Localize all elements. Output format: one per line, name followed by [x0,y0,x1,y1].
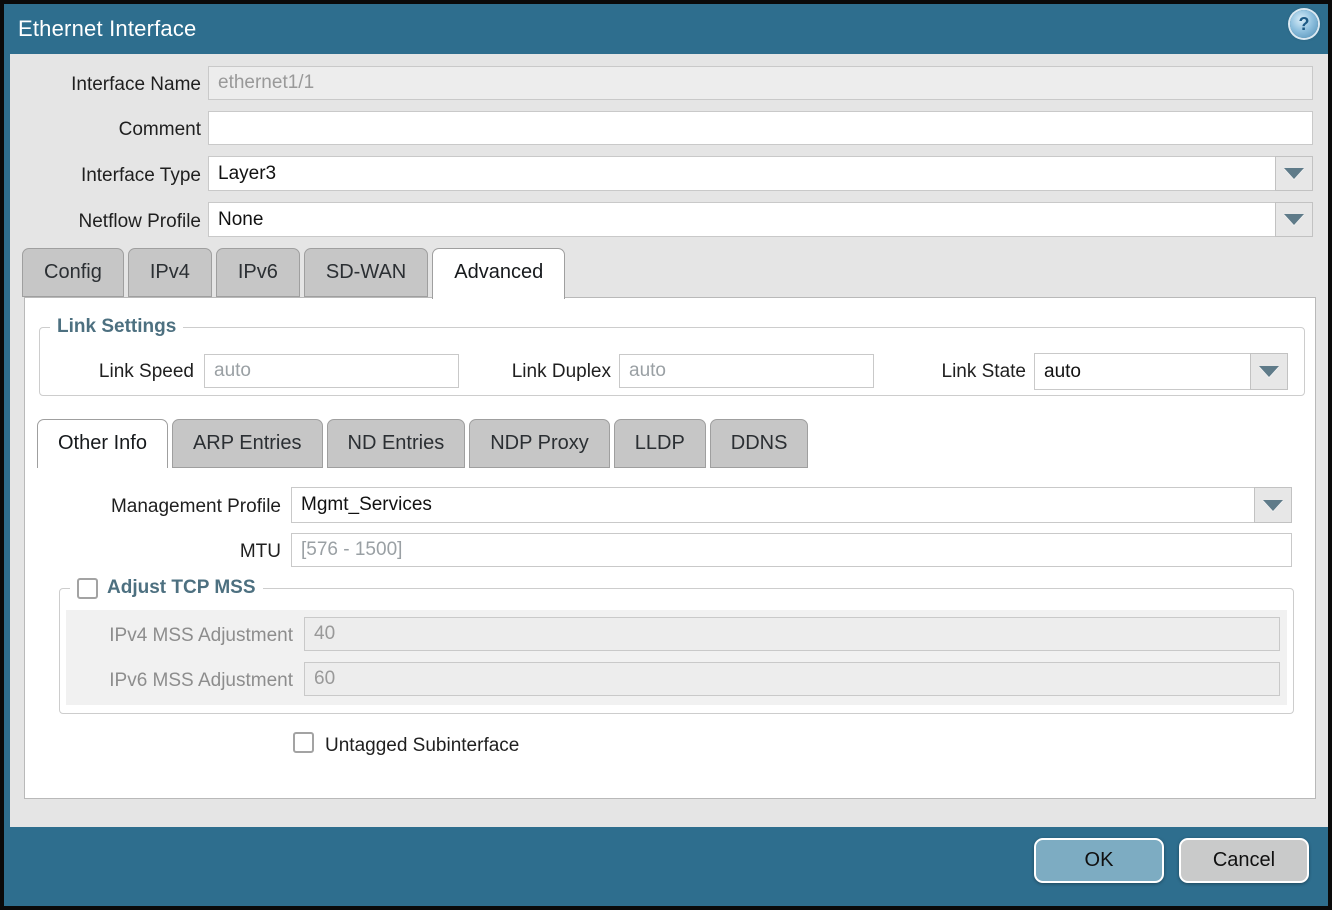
comment-input[interactable] [208,111,1313,145]
management-profile-dropdown-button[interactable] [1254,487,1292,523]
tab-advanced[interactable]: Advanced [432,248,565,299]
chevron-down-icon [1259,366,1279,377]
subtab-arp-entries[interactable]: ARP Entries [172,419,323,468]
link-state-dropdown-button[interactable] [1250,353,1288,390]
adjust-tcp-mss-checkbox[interactable] [77,578,98,599]
tab-sdwan[interactable]: SD-WAN [304,248,428,297]
interface-type-label: Interface Type [4,165,201,187]
chevron-down-icon [1284,214,1304,225]
sub-tab-bar: Other Info ARP Entries ND Entries NDP Pr… [37,419,808,468]
help-icon[interactable]: ? [1290,10,1318,38]
netflow-profile-label: Netflow Profile [4,211,201,233]
main-tab-bar: Config IPv4 IPv6 SD-WAN Advanced [22,248,565,299]
chevron-down-icon [1263,500,1283,511]
cancel-button[interactable]: Cancel [1179,838,1309,883]
link-state-label: Link State [881,361,1026,383]
link-settings-legend: Link Settings [50,316,183,338]
adjust-tcp-mss-legend: Adjust TCP MSS [70,577,263,599]
untagged-subinterface-label: Untagged Subinterface [325,735,519,757]
interface-name-input [208,66,1313,100]
ipv4-mss-label: IPv4 MSS Adjustment [84,625,293,647]
ethernet-interface-dialog: Ethernet Interface ? Interface Name Comm… [0,0,1332,910]
management-profile-label: Management Profile [64,496,281,518]
link-duplex-input[interactable] [619,354,874,388]
ipv4-mss-input [304,617,1280,651]
mtu-input[interactable] [291,533,1292,567]
management-profile-select[interactable]: Mgmt_Services [291,487,1292,523]
subtab-ndp-proxy[interactable]: NDP Proxy [469,419,610,468]
tab-config[interactable]: Config [22,248,124,297]
management-profile-value: Mgmt_Services [301,488,1251,522]
netflow-profile-value: None [218,203,1272,236]
ok-button[interactable]: OK [1034,838,1164,883]
interface-type-value: Layer3 [218,157,1272,190]
mtu-label: MTU [64,541,281,563]
subtab-other-info[interactable]: Other Info [37,419,168,468]
comment-label: Comment [4,119,201,141]
link-state-value: auto [1044,354,1247,389]
adjust-tcp-mss-legend-text: Adjust TCP MSS [107,577,256,599]
subtab-nd-entries[interactable]: ND Entries [327,419,466,468]
link-speed-input[interactable] [204,354,459,388]
subtab-lldp[interactable]: LLDP [614,419,706,468]
ipv6-mss-label: IPv6 MSS Adjustment [84,670,293,692]
link-duplex-label: Link Duplex [461,361,611,383]
untagged-subinterface-checkbox[interactable] [293,732,314,753]
interface-name-label: Interface Name [4,74,201,96]
netflow-profile-select[interactable]: None [208,202,1313,237]
dialog-title: Ethernet Interface [18,16,196,42]
tab-ipv6[interactable]: IPv6 [216,248,300,297]
netflow-profile-dropdown-button[interactable] [1275,202,1313,237]
subtab-ddns[interactable]: DDNS [710,419,809,468]
interface-type-dropdown-button[interactable] [1275,156,1313,191]
interface-type-select[interactable]: Layer3 [208,156,1313,191]
chevron-down-icon [1284,168,1304,179]
ipv6-mss-input [304,662,1280,696]
tab-ipv4[interactable]: IPv4 [128,248,212,297]
link-speed-label: Link Speed [44,361,194,383]
title-bar: Ethernet Interface ? [4,4,1328,54]
link-state-select[interactable]: auto [1034,353,1288,390]
